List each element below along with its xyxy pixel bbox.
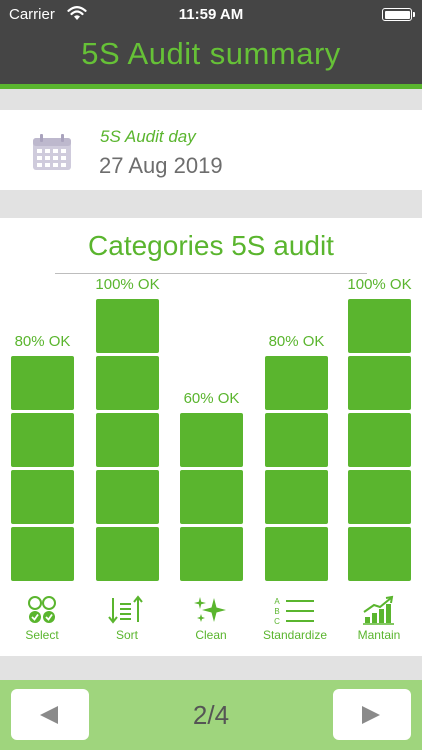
- bar-segment: [265, 413, 328, 467]
- bar-segment: [96, 356, 159, 410]
- bar-segment: [348, 470, 411, 524]
- bar-segment: [11, 470, 74, 524]
- bar-data-label: 80% OK: [14, 333, 71, 350]
- svg-text:A: A: [274, 597, 280, 606]
- header-accent-line: [0, 84, 422, 89]
- category-label: Select: [25, 628, 59, 642]
- category-sort: Sort: [85, 595, 169, 642]
- next-page-button[interactable]: [333, 689, 411, 740]
- audit-day-label: 5S Audit day: [100, 127, 196, 146]
- clean-icon: [194, 597, 226, 622]
- bar-data-label: 100% OK: [95, 276, 160, 293]
- bar-data-label: 80% OK: [268, 333, 325, 350]
- svg-text:C: C: [274, 617, 280, 625]
- bar-segment: [96, 299, 159, 353]
- bar-segment: [348, 356, 411, 410]
- category-select: Select: [0, 595, 84, 642]
- bar-segment: [180, 413, 243, 467]
- bar-segment: [348, 527, 411, 581]
- bar-segment: [348, 299, 411, 353]
- bar-segment: [96, 413, 159, 467]
- maintain-icon: [363, 595, 394, 625]
- clock: 11:59 AM: [178, 6, 244, 23]
- category-standardize: A B C Standardize: [253, 595, 337, 642]
- category-label: Clean: [195, 628, 227, 642]
- chart-title: Categories 5S audit: [88, 230, 334, 261]
- bar-segment: [180, 527, 243, 581]
- pager-footer: 2/4: [0, 680, 422, 750]
- bar-segment: [265, 527, 328, 581]
- audit-date-card: 5S Audit day 27 Aug 2019: [0, 110, 422, 190]
- bar-segment: [96, 470, 159, 524]
- chart-divider: [55, 273, 367, 274]
- bar-segment: [348, 413, 411, 467]
- triangle-right-icon: [362, 706, 380, 724]
- category-label: Standardize: [262, 628, 328, 642]
- bar-data-label: 60% OK: [183, 390, 240, 407]
- status-bar: Carrier 11:59 AM: [0, 0, 422, 30]
- bar-segment: [265, 356, 328, 410]
- category-label: Mantain: [357, 628, 401, 642]
- calendar-icon: [33, 134, 71, 170]
- battery-icon: [382, 8, 415, 21]
- page-title: 5S Audit summary: [81, 36, 341, 71]
- audit-day-date: 27 Aug 2019: [99, 153, 223, 178]
- bar-segment: [180, 470, 243, 524]
- bar-segment: [11, 527, 74, 581]
- svg-text:B: B: [274, 607, 279, 616]
- bar-segment: [96, 527, 159, 581]
- category-label: Sort: [115, 628, 138, 642]
- select-icon: [28, 596, 56, 623]
- sort-icon: [108, 595, 143, 624]
- category-chart-card: Categories 5S audit 80% OK 100% OK 60% OK 8…: [0, 218, 422, 656]
- bar-segment: [11, 356, 74, 410]
- standardize-icon: A B C: [274, 597, 314, 625]
- bar-segment: [11, 413, 74, 467]
- app-header: Carrier 11:59 AM 5S Audit summary: [0, 0, 422, 84]
- bar-data-label: 100% OK: [347, 276, 412, 293]
- bar-segment: [265, 470, 328, 524]
- category-mantain: Mantain: [337, 595, 421, 642]
- category-clean: Clean: [169, 595, 253, 642]
